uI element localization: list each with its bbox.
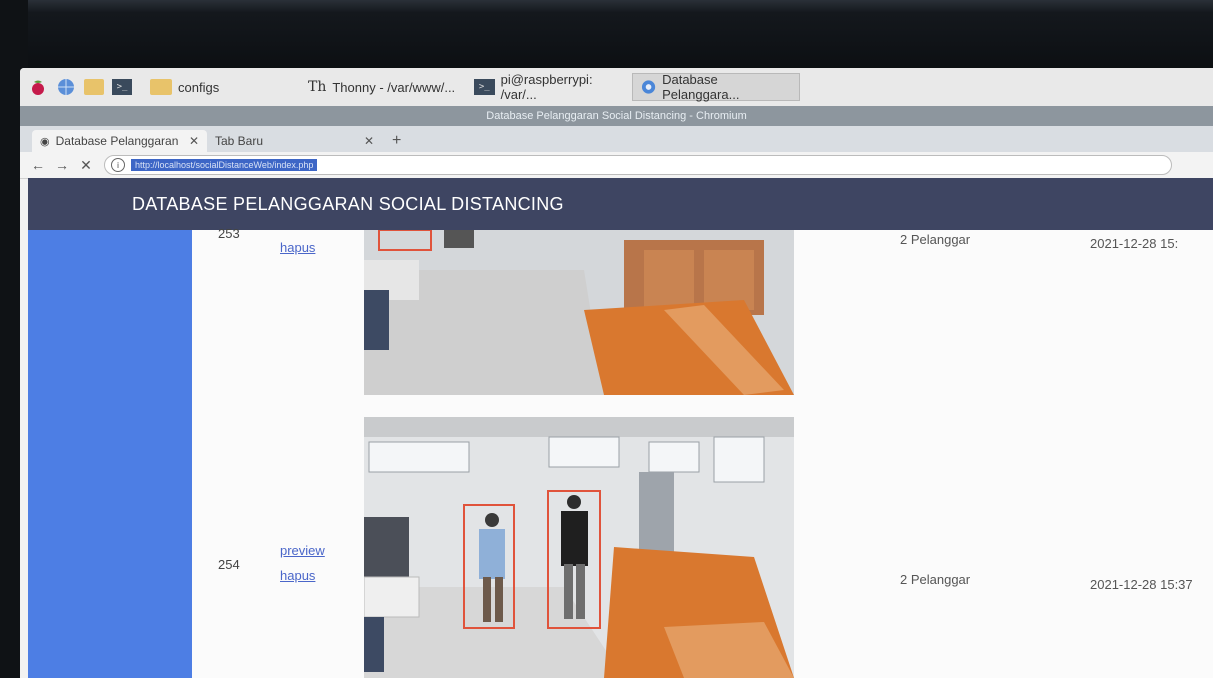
page-content: 253 hapus 2 Pelanggar 2021-12-28 15: 254… [28, 226, 1213, 678]
close-tab-icon[interactable]: ✕ [189, 134, 199, 148]
raspberry-menu-icon[interactable] [28, 77, 48, 97]
tab-label: Tab Baru [215, 134, 264, 148]
violation-snapshot [364, 230, 794, 395]
taskbar-item-thonny[interactable]: Th Thonny - /var/www/... [300, 74, 466, 100]
record-id: 253 [218, 226, 240, 241]
new-tab-button[interactable]: + [382, 130, 411, 152]
terminal-icon[interactable]: >_ [112, 77, 132, 97]
window-titlebar: Database Pelanggaran Social Distancing -… [20, 106, 1213, 126]
terminal-icon: >_ [474, 79, 495, 95]
table-row: 254 preview hapus 2 Pelanggar 2021-12-28… [200, 417, 1213, 678]
delete-link[interactable]: hapus [280, 568, 325, 583]
page-header: DATABASE PELANGGARAN SOCIAL DISTANCING [28, 178, 1213, 230]
tab-label: Database Pelanggaran [55, 134, 179, 148]
taskbar-item-label: pi@raspberrypi: /var/... [500, 72, 593, 102]
taskbar-item-terminal[interactable]: >_ pi@raspberrypi: /var/... [466, 72, 632, 102]
tab-strip: ◉ Database Pelanggaran ✕ Tab Baru ✕ + [20, 126, 1213, 152]
back-icon[interactable]: ← [26, 157, 50, 173]
window-title: Database Pelanggaran Social Distancing -… [486, 110, 747, 122]
web-browser-icon[interactable] [56, 77, 76, 97]
record-actions: hapus [280, 240, 315, 255]
record-id: 254 [218, 557, 240, 572]
stop-icon[interactable]: ✕ [74, 157, 98, 174]
record-actions: preview hapus [280, 543, 325, 583]
taskbar-item-chromium[interactable]: Database Pelanggara... [632, 72, 800, 102]
chromium-icon [641, 80, 656, 94]
row-gap [364, 395, 794, 417]
folder-icon [150, 79, 172, 95]
favicon-icon: ◉ [40, 135, 50, 148]
close-tab-icon[interactable]: ✕ [364, 134, 374, 148]
screen: >_ configs Th Thonny - /var/www/... >_ p… [20, 68, 1213, 678]
violation-time: 2021-12-28 15: [1090, 236, 1179, 251]
monitor-bezel [0, 0, 1213, 70]
tab-database[interactable]: ◉ Database Pelanggaran ✕ [32, 130, 207, 152]
address-bar[interactable]: i http://localhost/socialDistanceWeb/ind… [104, 155, 1172, 175]
taskbar-item-configs[interactable]: configs [142, 74, 278, 100]
preview-link[interactable]: preview [280, 543, 325, 558]
violator-count: 2 Pelanggar [900, 232, 971, 247]
forward-icon[interactable]: → [50, 157, 74, 173]
delete-link[interactable]: hapus [280, 240, 315, 255]
table-row: 253 hapus 2 Pelanggar 2021-12-28 15: [200, 226, 1213, 395]
tab-new[interactable]: Tab Baru ✕ [207, 130, 382, 152]
sidebar [28, 230, 192, 678]
violator-count: 2 Pelanggar [900, 572, 971, 587]
file-manager-icon[interactable] [84, 77, 104, 97]
taskbar-item-label: Database Pelanggara... [662, 72, 740, 102]
thonny-icon: Th [308, 79, 327, 95]
os-taskbar: >_ configs Th Thonny - /var/www/... >_ p… [20, 68, 1213, 107]
violation-time: 2021-12-28 15:37 [1090, 577, 1193, 592]
info-icon[interactable]: i [111, 158, 125, 172]
taskbar-item-label: configs [178, 79, 220, 95]
records-table: 253 hapus 2 Pelanggar 2021-12-28 15: 254… [200, 226, 1213, 678]
url-text[interactable]: http://localhost/socialDistanceWeb/index… [131, 159, 318, 171]
taskbar-item-label: Thonny - /var/www/... [332, 79, 456, 95]
browser-toolbar: ← → ✕ i http://localhost/socialDistanceW… [20, 152, 1213, 179]
violation-snapshot [364, 417, 794, 678]
page-title: DATABASE PELANGGARAN SOCIAL DISTANCING [132, 193, 564, 214]
